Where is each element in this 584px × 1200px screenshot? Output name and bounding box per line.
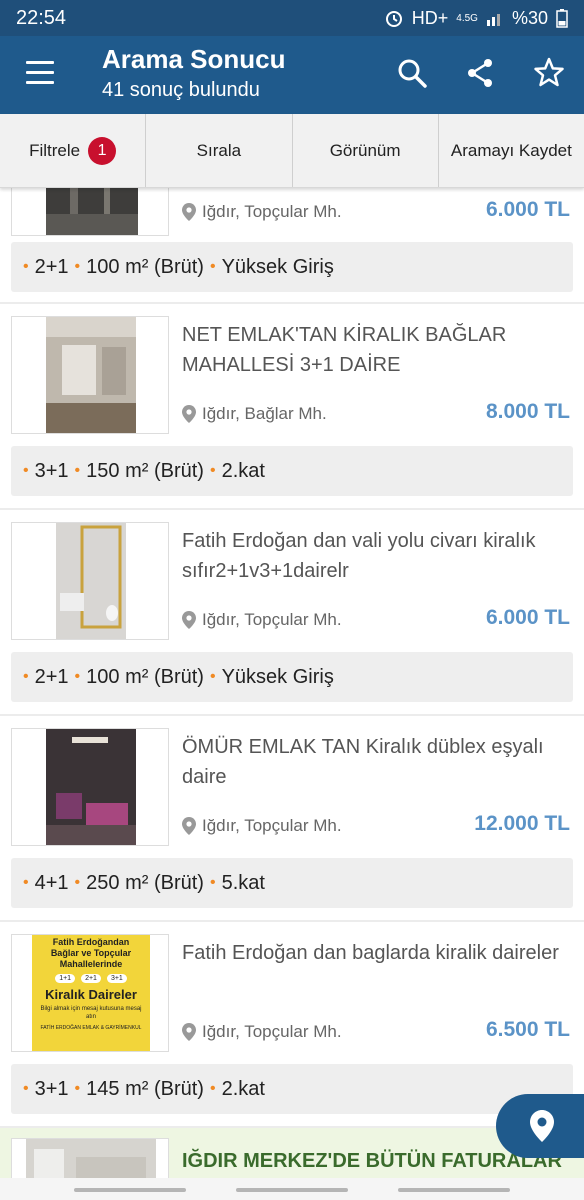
listing-attributes: • 3+1 • 150 m² (Brüt) • 2.kat	[11, 446, 573, 496]
save-search-button[interactable]: Aramayı Kaydet	[439, 114, 584, 187]
listing-floor: 2.kat	[221, 1077, 265, 1100]
listing-price: 8.000 TL	[485, 400, 570, 423]
listing-price: 6.500 TL	[485, 1018, 570, 1041]
save-search-label: Aramayı Kaydet	[450, 140, 572, 160]
app-bar: Arama Sonucu 41 sonuç bulundu	[0, 36, 584, 114]
listing-rooms: 2+1	[34, 255, 69, 278]
listing-photo: Fatih Erdoğandan Bağlar ve Topçular Maha…	[11, 934, 169, 1052]
sort-button[interactable]: Sırala	[146, 114, 293, 187]
location-pin-icon	[182, 405, 196, 423]
listing-rooms: 3+1	[34, 1077, 69, 1100]
listing-title: Fatih Erdoğan dan baglarda kiralik daire…	[182, 942, 559, 964]
listing-attributes: • 2+1 • 100 m² (Brüt) • Yüksek Giriş	[11, 242, 573, 292]
nav-home-button[interactable]	[236, 1188, 348, 1192]
listing-attributes: • 3+1 • 145 m² (Brüt) • 2.kat	[11, 1064, 573, 1114]
listing-area: 100 m² (Brüt)	[86, 255, 204, 278]
star-icon[interactable]	[533, 56, 565, 90]
listing-area: 150 m² (Brüt)	[86, 459, 204, 482]
location-pin-icon	[182, 817, 196, 835]
listing-title: ÖMÜR EMLAK TAN Kiralık düblex eşyalı dai…	[182, 736, 544, 788]
poster-option: 2+1	[81, 974, 101, 983]
listing-area: 100 m² (Brüt)	[86, 665, 204, 688]
listing-area: 145 m² (Brüt)	[86, 1077, 204, 1100]
filter-label: Filtrele	[29, 140, 81, 160]
listing-photo	[11, 316, 169, 434]
listing-price: 6.000 TL	[485, 198, 570, 221]
poster-headline: Kiralık Daireler	[45, 987, 137, 1002]
listing-location: Iğdır, Bağlar Mh.	[202, 404, 327, 423]
listing-floor: Yüksek Giriş	[221, 255, 334, 278]
listing-card[interactable]: Iğdır, Topçular Mh. 6.000 TL • 2+1 • 100 m…	[0, 188, 584, 302]
signal-icon	[486, 14, 500, 26]
view-button[interactable]: Görünüm	[293, 114, 439, 187]
listing-area: 250 m² (Brüt)	[86, 871, 204, 894]
result-count: 41 sonuç bulundu	[102, 79, 260, 101]
alarm-icon	[385, 11, 402, 27]
action-toolbar: Filtrele 1 Sırala Görünüm Aramayı Kaydet	[0, 114, 584, 188]
poster-line2: Bağlar ve Topçular	[50, 948, 132, 958]
filter-count-badge: 1	[88, 136, 117, 165]
location-pin-icon	[530, 1110, 554, 1142]
listing-location: Iğdır, Topçular Mh.	[202, 610, 342, 629]
battery-label: %30	[511, 7, 548, 28]
listing-list[interactable]: Iğdır, Topçular Mh. 6.000 TL • 2+1 • 100 m…	[0, 188, 584, 1200]
status-bar: 22:54 HD+ 4.5G %30	[0, 0, 584, 36]
listing-location: Iğdır, Topçular Mh.	[202, 202, 342, 221]
listing-location: Iğdır, Topçular Mh.	[202, 1022, 342, 1041]
menu-icon[interactable]	[26, 61, 54, 85]
network-label: HD+	[411, 7, 449, 28]
nav-recent-button[interactable]	[74, 1188, 186, 1192]
listing-attributes: • 2+1 • 100 m² (Brüt) • Yüksek Giriş	[11, 652, 573, 702]
listing-card[interactable]: Fatih Erdoğan dan vali yolu civarı kiral…	[0, 510, 584, 714]
poster-option: 3+1	[106, 974, 127, 983]
listing-card[interactable]: Fatih Erdoğandan Bağlar ve Topçular Maha…	[0, 922, 584, 1126]
location-pin-icon	[182, 203, 196, 221]
battery-icon	[556, 9, 568, 28]
listing-rooms: 4+1	[34, 871, 69, 894]
poster-option: 1+1	[55, 974, 76, 983]
listing-rooms: 2+1	[34, 665, 69, 688]
listing-title: NET EMLAK'TAN KİRALIK BAĞLAR MAHALLESİ 3…	[182, 324, 507, 376]
network-sub-label: 4.5G	[456, 12, 478, 24]
view-label: Görünüm	[329, 140, 401, 160]
listing-rooms: 3+1	[34, 459, 69, 482]
page-title: Arama Sonucu	[102, 44, 286, 74]
listing-attributes: • 4+1 • 250 m² (Brüt) • 5.kat	[11, 858, 573, 908]
listing-floor: 2.kat	[221, 459, 265, 482]
system-nav-bar	[0, 1178, 584, 1200]
listing-title: Fatih Erdoğan dan vali yolu civarı kiral…	[182, 530, 536, 582]
listing-floor: Yüksek Giriş	[221, 665, 334, 688]
listing-floor: 5.kat	[221, 871, 265, 894]
poster-line1: Fatih Erdoğandan	[52, 937, 130, 947]
listing-photo	[11, 728, 169, 846]
location-pin-icon	[182, 1023, 196, 1041]
sort-label: Sırala	[196, 140, 242, 160]
map-view-button[interactable]	[496, 1094, 584, 1158]
listing-price: 12.000 TL	[474, 812, 570, 835]
listing-photo	[11, 522, 169, 640]
listing-card[interactable]: NET EMLAK'TAN KİRALIK BAĞLAR MAHALLESİ 3…	[0, 304, 584, 508]
listing-photo	[11, 188, 169, 236]
search-icon[interactable]	[396, 56, 428, 90]
listing-location: Iğdır, Topçular Mh.	[202, 816, 342, 835]
location-pin-icon	[182, 611, 196, 629]
poster-note: Bilgi almak için mesaj kutusuna mesaj at…	[40, 1006, 142, 1020]
filter-button[interactable]: Filtrele 1	[0, 114, 147, 187]
nav-back-button[interactable]	[398, 1188, 510, 1192]
listing-price: 6.000 TL	[485, 606, 570, 629]
poster-line3: Mahallelerinde	[59, 959, 123, 969]
listing-card[interactable]: ÖMÜR EMLAK TAN Kiralık düblex eşyalı dai…	[0, 716, 584, 920]
status-time: 22:54	[16, 6, 67, 29]
poster-footer: FATİH ERDOĞAN EMLAK & GAYRİMENKUL	[40, 1025, 142, 1031]
share-icon[interactable]	[464, 56, 496, 90]
